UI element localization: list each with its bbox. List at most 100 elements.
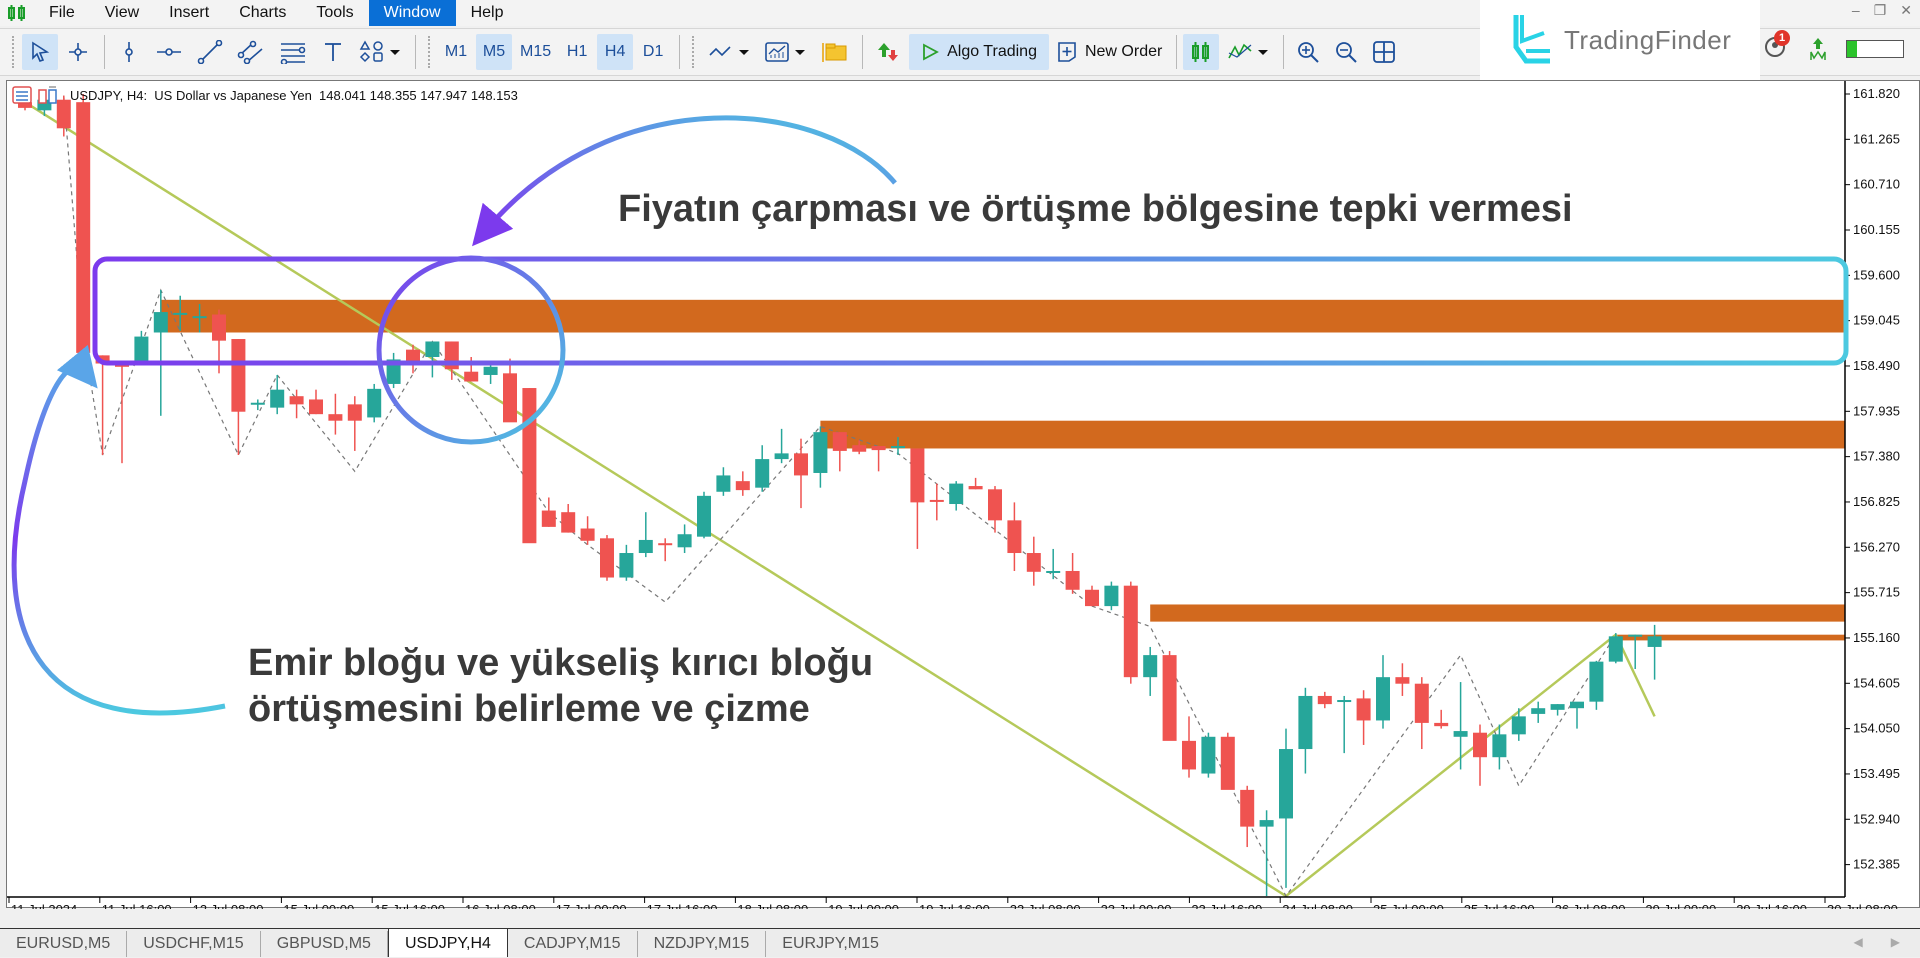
x-tick-label: 30 Jul 08:00 [1827, 902, 1898, 909]
chart-list-icon[interactable] [12, 86, 32, 104]
close-icon[interactable]: ✕ [1900, 2, 1912, 19]
candlestick-chart-button[interactable] [1183, 34, 1220, 70]
shapes-tool-button[interactable] [353, 34, 407, 70]
vertical-line-tool-button[interactable] [111, 34, 147, 70]
chart-templates-button[interactable] [758, 34, 812, 70]
new-order-label: New Order [1084, 43, 1163, 60]
indicators-button[interactable] [702, 34, 756, 70]
tab-eurusd-m5[interactable]: EURUSD,M5 [0, 931, 128, 957]
menu-insert[interactable]: Insert [154, 0, 224, 26]
algo-trading-button[interactable]: Algo Trading [909, 34, 1049, 70]
timeframe-m1-button[interactable]: M1 [438, 34, 474, 70]
bullish-candle [1589, 660, 1604, 710]
dropdown-arrow-icon[interactable] [389, 46, 401, 58]
order-block-zone [820, 420, 1845, 449]
bearish-candle [328, 393, 343, 435]
candle-body [852, 445, 867, 452]
menu-charts[interactable]: Charts [224, 0, 301, 26]
tab-gbpusd-m5[interactable]: GBPUSD,M5 [261, 931, 388, 957]
candle-body [1647, 636, 1662, 647]
order-block-zone [1150, 604, 1845, 622]
candle-body [1085, 589, 1099, 607]
bottom-annotation-arrow [11, 344, 226, 716]
tile-windows-button[interactable] [1366, 34, 1402, 70]
x-tick-label: 11 Jul 2024 [11, 902, 77, 909]
tab-usdjpy-h4[interactable]: USDJPY,H4 [387, 928, 508, 957]
crosshair-tool-button[interactable] [60, 34, 96, 70]
channel-tool-button[interactable] [231, 34, 271, 70]
x-tick-label: 15 Jul 16:00 [374, 902, 445, 909]
candle-body [1298, 695, 1313, 750]
candle-body [1589, 661, 1604, 702]
cursor-tool-button[interactable] [22, 34, 58, 70]
bullish-candle [1531, 701, 1546, 723]
dropdown-arrow-icon[interactable] [738, 46, 750, 58]
candle-body [425, 341, 440, 357]
zoom-in-button[interactable] [1290, 34, 1326, 70]
new-order-button[interactable]: New Order [1051, 34, 1168, 70]
tab-nzdjpy-m15[interactable]: NZDJPY,M15 [638, 931, 767, 957]
tab-eurjpy-m15[interactable]: EURJPY,M15 [766, 931, 895, 957]
trendline-icon [197, 40, 223, 64]
restore-icon[interactable]: ❐ [1874, 2, 1887, 19]
y-tick-label: 154.605 [1853, 675, 1900, 690]
y-tick-label: 160.710 [1853, 177, 1900, 192]
timeframe-h4-button[interactable]: H4 [597, 34, 634, 70]
y-tick-label: 159.045 [1853, 313, 1900, 328]
candle-body [891, 446, 905, 449]
candle-body [658, 543, 673, 546]
status-area: 1 [1764, 30, 1904, 62]
trade-signals-button[interactable] [869, 34, 907, 70]
toolbar-grip[interactable] [428, 36, 432, 68]
x-tick-label: 24 Jul 08:00 [1282, 902, 1353, 909]
trendline-tool-button[interactable] [191, 34, 229, 70]
play-icon [923, 43, 940, 61]
menu-window[interactable]: Window [368, 0, 456, 26]
menu-view[interactable]: View [90, 0, 154, 26]
timeframe-m15-button[interactable]: M15 [514, 34, 557, 70]
notifications-button[interactable]: 1 [1764, 30, 1790, 62]
minimize-icon[interactable]: – [1852, 2, 1860, 19]
bearish-candle [541, 497, 556, 527]
timeframe-h1-button[interactable]: H1 [559, 34, 595, 70]
app-logo-icon [0, 0, 34, 26]
fibonacci-tool-button[interactable] [273, 34, 313, 70]
y-tick-label: 156.270 [1853, 539, 1900, 554]
profiles-button[interactable] [814, 34, 854, 70]
candle-body [212, 314, 226, 341]
candle-body [813, 432, 828, 473]
dropdown-arrow-icon[interactable] [794, 46, 806, 58]
bearish-candle [347, 396, 362, 451]
bearish-candle [561, 504, 576, 533]
scroll-right-icon[interactable]: ▶ [1891, 935, 1900, 949]
menu-help[interactable]: Help [456, 0, 519, 26]
dropdown-arrow-icon[interactable] [1257, 46, 1269, 58]
menu-tools[interactable]: Tools [301, 0, 368, 26]
toolbar-grip[interactable] [692, 36, 696, 68]
bullish-candle [1647, 624, 1662, 680]
scroll-left-icon[interactable]: ◀ [1854, 935, 1863, 949]
line-chart-button[interactable] [1221, 34, 1275, 70]
crosshair-icon [69, 43, 87, 61]
timeframe-d1-button[interactable]: D1 [635, 34, 671, 70]
candle-body [1026, 553, 1041, 572]
bearish-candle [910, 448, 925, 549]
text-tool-button[interactable] [315, 34, 351, 70]
bullish-candle [425, 341, 440, 378]
x-tick-label: 29 Jul 00:00 [1645, 902, 1716, 909]
toolbar-grip[interactable] [12, 36, 16, 68]
menu-file[interactable]: File [34, 0, 90, 26]
horizontal-line-tool-button[interactable] [149, 34, 189, 70]
bearish-candle [1395, 663, 1410, 696]
toolbar-separator [415, 35, 416, 69]
candle-body [1337, 700, 1352, 703]
connection-status-icon[interactable] [1808, 36, 1828, 62]
zoom-out-button[interactable] [1328, 34, 1364, 70]
candle-body [1279, 749, 1293, 819]
one-click-trading-icon[interactable] [38, 86, 58, 104]
tab-cadjpy-m15[interactable]: CADJPY,M15 [508, 931, 638, 957]
tab-usdchf-m15[interactable]: USDCHF,M15 [127, 931, 261, 957]
candle-body [1511, 716, 1526, 735]
timeframe-m5-button[interactable]: M5 [476, 34, 512, 70]
candle-body [1162, 655, 1177, 741]
